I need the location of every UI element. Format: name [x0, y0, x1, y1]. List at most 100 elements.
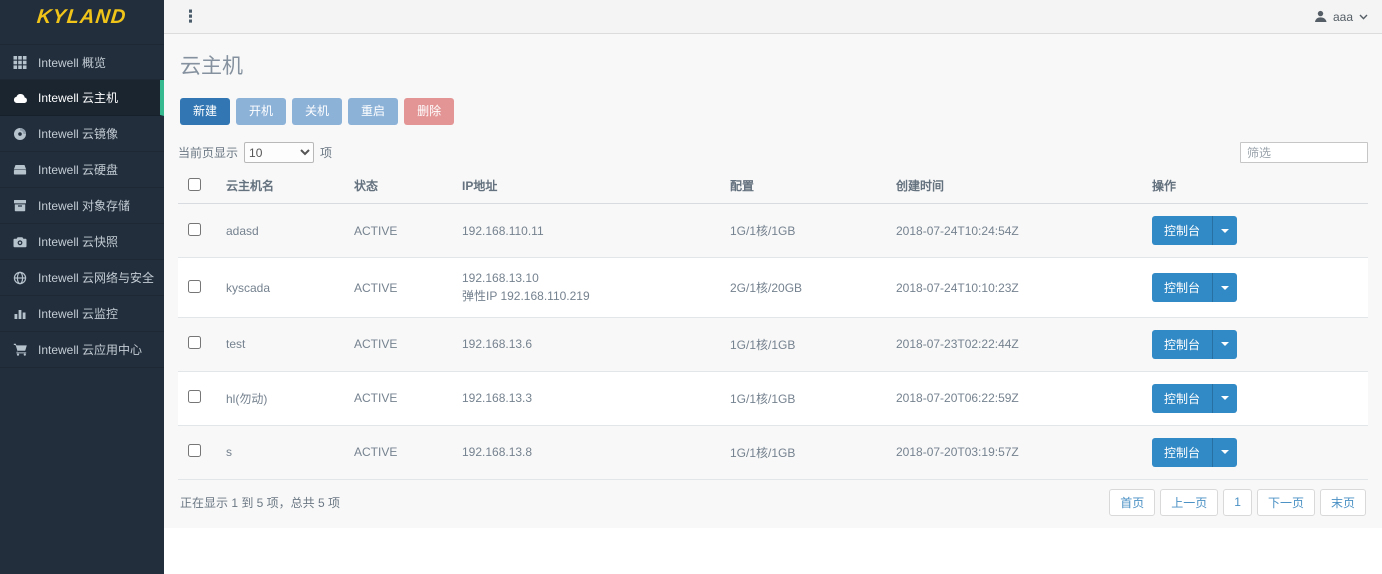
sidebar-item-cloud-disk[interactable]: Intewell 云硬盘 — [0, 152, 164, 188]
table-footer: 正在显示 1 到 5 项，总共 5 项 首页 上一页 1 下一页 末页 — [178, 479, 1368, 528]
vm-created: 2018-07-24T10:24:54Z — [888, 204, 1144, 258]
vm-ip: 192.168.13.3 — [454, 371, 722, 425]
sidebar-item-label: Intewell 云主机 — [38, 89, 118, 106]
vm-status: ACTIVE — [346, 317, 454, 371]
pagination-next[interactable]: 下一页 — [1257, 489, 1315, 516]
row-checkbox[interactable] — [188, 444, 201, 457]
console-button-label[interactable]: 控制台 — [1152, 330, 1212, 359]
vm-ip: 192.168.13.6 — [454, 317, 722, 371]
vm-created: 2018-07-24T10:10:23Z — [888, 258, 1144, 318]
sidebar-item-cloud-monitor[interactable]: Intewell 云监控 — [0, 296, 164, 332]
sidebar-item-label: Intewell 概览 — [38, 54, 106, 71]
caret-down-icon — [1221, 286, 1229, 290]
topbar: ⋮ aaa — [164, 0, 1382, 34]
vm-ip: 192.168.13.8 — [454, 425, 722, 479]
col-header-config: 配置 — [722, 169, 888, 204]
pagination: 首页 上一页 1 下一页 末页 — [1109, 489, 1366, 516]
console-button-label[interactable]: 控制台 — [1152, 438, 1212, 467]
col-header-created: 创建时间 — [888, 169, 1144, 204]
console-dropdown-toggle[interactable] — [1212, 330, 1237, 359]
sidebar-item-label: Intewell 云网络与安全 — [38, 269, 154, 286]
col-header-ip: IP地址 — [454, 169, 722, 204]
sidebar-item-overview[interactable]: Intewell 概览 — [0, 44, 164, 80]
sidebar-item-label: Intewell 云硬盘 — [38, 161, 118, 178]
sidebar-item-cloud-host[interactable]: Intewell 云主机 — [0, 80, 164, 116]
page-size-prefix-label: 当前页显示 — [178, 144, 238, 161]
vm-config: 1G/1核/1GB — [722, 425, 888, 479]
sidebar-item-cloud-snapshot[interactable]: Intewell 云快照 — [0, 224, 164, 260]
sidebar-item-label: Intewell 云应用中心 — [38, 341, 142, 358]
sidebar: KYLAND Intewell 概览 Intewell 云主机 Intewell — [0, 0, 164, 574]
table-header-row: 云主机名 状态 IP地址 配置 创建时间 操作 — [178, 169, 1368, 204]
delete-button[interactable]: 删除 — [404, 98, 454, 125]
caret-down-icon — [1221, 342, 1229, 346]
vm-ip-primary: 192.168.13.10 — [462, 270, 714, 287]
pagination-prev[interactable]: 上一页 — [1160, 489, 1218, 516]
vm-ip: 192.168.110.11 — [454, 204, 722, 258]
vm-ip: 192.168.13.10 弹性IP 192.168.110.219 — [454, 258, 722, 318]
sidebar-item-label: Intewell 云快照 — [38, 233, 118, 250]
console-dropdown-toggle[interactable] — [1212, 438, 1237, 467]
console-button-label[interactable]: 控制台 — [1152, 273, 1212, 302]
results-summary: 正在显示 1 到 5 项，总共 5 项 — [180, 494, 340, 511]
kyland-logo-text: KYLAND — [36, 6, 128, 29]
filter-input[interactable] — [1240, 142, 1368, 163]
sidebar-item-cloud-app-center[interactable]: Intewell 云应用中心 — [0, 332, 164, 368]
vm-config: 1G/1核/1GB — [722, 204, 888, 258]
sidebar-item-cloud-image[interactable]: Intewell 云镜像 — [0, 116, 164, 152]
storage-box-icon — [13, 199, 29, 213]
vm-ip-floating: 弹性IP 192.168.110.219 — [462, 288, 714, 305]
vm-status: ACTIVE — [346, 371, 454, 425]
sidebar-item-label: Intewell 云监控 — [38, 305, 118, 322]
vm-created: 2018-07-23T02:22:44Z — [888, 317, 1144, 371]
chevron-down-icon — [1359, 14, 1368, 20]
vm-config: 2G/1核/20GB — [722, 258, 888, 318]
vm-status: ACTIVE — [346, 204, 454, 258]
table-row: adasd ACTIVE 192.168.110.11 1G/1核/1GB 20… — [178, 204, 1368, 258]
vm-name: s — [218, 425, 346, 479]
reboot-button[interactable]: 重启 — [348, 98, 398, 125]
pagination-page-1[interactable]: 1 — [1223, 489, 1252, 516]
console-dropdown-toggle[interactable] — [1212, 216, 1237, 245]
user-menu[interactable]: aaa — [1314, 10, 1368, 24]
cloud-icon — [13, 91, 29, 105]
pagination-first[interactable]: 首页 — [1109, 489, 1155, 516]
power-off-button[interactable]: 关机 — [292, 98, 342, 125]
create-button[interactable]: 新建 — [180, 98, 230, 125]
page-title: 云主机 — [178, 34, 1368, 86]
vm-config: 1G/1核/1GB — [722, 317, 888, 371]
console-split-button[interactable]: 控制台 — [1152, 438, 1237, 467]
vm-status: ACTIVE — [346, 425, 454, 479]
row-checkbox[interactable] — [188, 390, 201, 403]
vm-name: test — [218, 317, 346, 371]
kebab-menu-icon[interactable]: ⋮ — [178, 8, 203, 25]
sidebar-item-cloud-network-security[interactable]: Intewell 云网络与安全 — [0, 260, 164, 296]
pagination-last[interactable]: 末页 — [1320, 489, 1366, 516]
vm-config: 1G/1核/1GB — [722, 371, 888, 425]
row-checkbox[interactable] — [188, 336, 201, 349]
caret-down-icon — [1221, 450, 1229, 454]
page-size-select[interactable]: 10 — [244, 142, 314, 163]
vm-name: hl(勿动) — [218, 371, 346, 425]
console-button-label[interactable]: 控制台 — [1152, 384, 1212, 413]
power-on-button[interactable]: 开机 — [236, 98, 286, 125]
console-dropdown-toggle[interactable] — [1212, 273, 1237, 302]
bar-chart-icon — [13, 307, 29, 321]
col-header-actions: 操作 — [1144, 169, 1368, 204]
sidebar-item-object-storage[interactable]: Intewell 对象存储 — [0, 188, 164, 224]
console-split-button[interactable]: 控制台 — [1152, 330, 1237, 359]
console-split-button[interactable]: 控制台 — [1152, 216, 1237, 245]
table-row: test ACTIVE 192.168.13.6 1G/1核/1GB 2018-… — [178, 317, 1368, 371]
console-button-label[interactable]: 控制台 — [1152, 216, 1212, 245]
camera-icon — [13, 235, 29, 249]
caret-down-icon — [1221, 229, 1229, 233]
console-dropdown-toggle[interactable] — [1212, 384, 1237, 413]
caret-down-icon — [1221, 396, 1229, 400]
vm-status: ACTIVE — [346, 258, 454, 318]
console-split-button[interactable]: 控制台 — [1152, 273, 1237, 302]
console-split-button[interactable]: 控制台 — [1152, 384, 1237, 413]
select-all-checkbox[interactable] — [188, 178, 201, 191]
row-checkbox[interactable] — [188, 280, 201, 293]
row-checkbox[interactable] — [188, 223, 201, 236]
app-window: KYLAND Intewell 概览 Intewell 云主机 Intewell — [0, 0, 1382, 574]
